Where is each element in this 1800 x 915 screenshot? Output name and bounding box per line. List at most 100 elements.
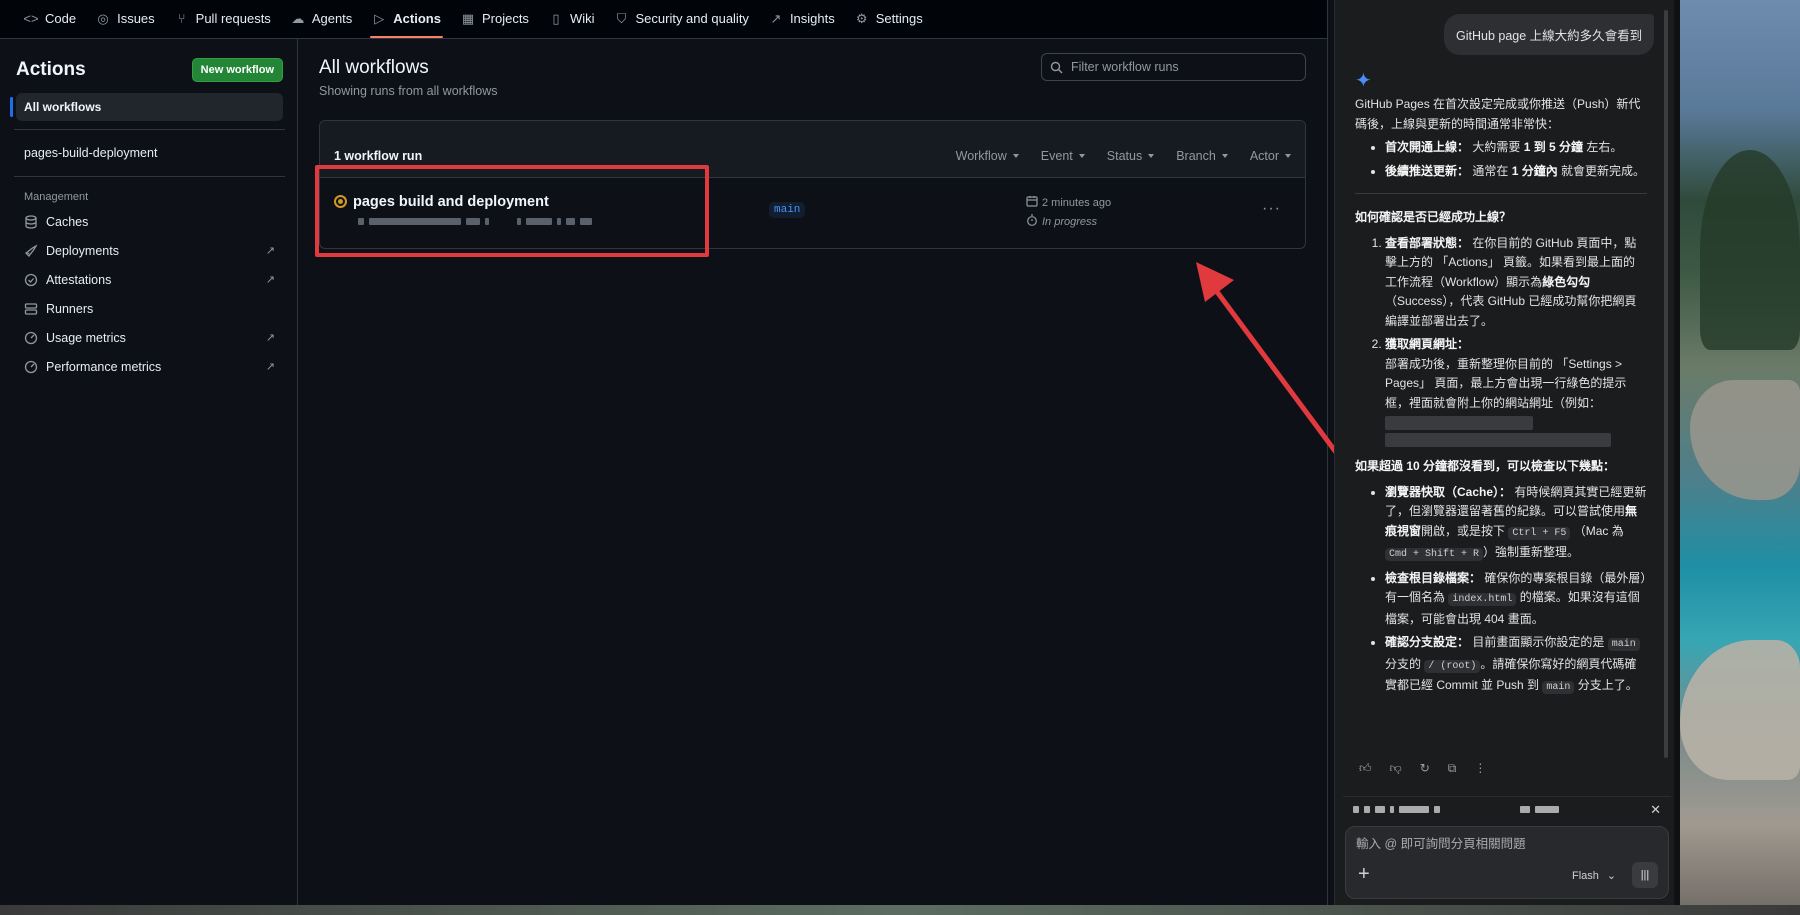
answer-bullets: 首次開通上線： 大約需要 1 到 5 分鐘 左右。 後續推送更新： 通常在 1 … [1355,138,1647,181]
thumbs-down-icon[interactable]: 👎︎ [1390,761,1402,776]
tab-label: Wiki [569,11,595,26]
tab-label: Agents [311,11,353,26]
external-link-icon: ↗ [265,245,275,257]
filter-event-dropdown[interactable]: Event [1041,149,1085,163]
chat-composer: + Flash ⌄ ||| [1345,826,1669,899]
thumbs-up-icon[interactable]: 👍︎ [1359,761,1372,776]
branch-badge[interactable]: main [769,202,806,218]
chevron-down-icon [1148,154,1155,158]
tab-code[interactable]: <> Code [14,0,86,38]
tab-label: Settings [875,11,923,26]
list-item: 獲取網頁網址：部署成功後，重新整理你目前的 「Settings > Pages」… [1385,335,1647,447]
panel-scrollbar[interactable] [1664,10,1668,758]
sidebar-item-label: Runners [46,301,94,316]
tab-security[interactable]: ⛉ Security and quality [604,0,758,38]
model-selector[interactable]: Flash ⌄ [1572,869,1617,883]
filter-workflow-dropdown[interactable]: Workflow [956,149,1019,163]
play-icon: ▷ [374,10,385,26]
sidebar-item-label: Deployments [46,243,119,258]
tab-label: Issues [117,11,155,26]
sidebar-item-runners[interactable]: Runners [16,294,283,323]
voice-input-icon[interactable]: ||| [1632,862,1658,888]
filter-actor-dropdown[interactable]: Actor [1250,149,1291,163]
redacted-url [1385,433,1611,447]
database-icon [24,214,38,229]
sidebar-item-pages-build-deployment[interactable]: pages-build-deployment [16,138,283,168]
annotation-highlight-box [315,165,709,257]
model-label: Flash [1572,869,1599,882]
tab-actions[interactable]: ▷ Actions [362,0,451,38]
tab-label: Insights [789,11,835,26]
more-options-icon[interactable]: ⋮ [1474,761,1486,776]
copy-icon[interactable]: ⧉ [1448,761,1457,776]
trouble-list: 瀏覽器快取（Cache）： 有時候網頁其實已經更新了，但瀏覽器還留著舊的紀錄。可… [1355,483,1647,698]
answer-intro: GitHub Pages 在首次設定完成或你推送（Push）新代碼後，上線與更新… [1355,97,1641,131]
shield-icon: ⛉ [616,10,627,26]
run-status: In progress [1026,214,1097,229]
issue-icon: ◎ [97,10,109,26]
list-item: 查看部署狀態： 在你目前的 GitHub 頁面中，點擊上方的 「Actions」… [1385,234,1647,332]
list-item: 確認分支設定： 目前畫面顯示你設定的是 main 分支的 / (root)。請確… [1385,633,1647,698]
meter-icon [24,360,38,374]
sidebar-item-performance-metrics[interactable]: Performance metrics ↗ [16,352,283,381]
regenerate-icon[interactable]: ↻ [1420,761,1430,776]
context-chip-redacted[interactable]: ✕ [1343,796,1671,822]
sidebar-item-all-workflows[interactable]: All workflows [10,93,283,121]
tab-label: Actions [393,11,441,26]
tab-pull-requests[interactable]: ⑂ Pull requests [165,0,281,38]
external-link-icon: ↗ [265,361,275,373]
filter-branch-dropdown[interactable]: Branch [1176,149,1228,163]
sidebar-item-deployments[interactable]: Deployments ↗ [16,236,283,265]
filter-status-dropdown[interactable]: Status [1106,149,1155,163]
tab-issues[interactable]: ◎ Issues [86,0,165,38]
sidebar-title: Actions [16,59,86,80]
tab-wiki[interactable]: ▯ Wiki [539,0,605,38]
run-time: 2 minutes ago [1026,195,1111,210]
new-workflow-button[interactable]: New workflow [191,58,283,82]
table-icon: ▦ [461,10,475,26]
sidebar-item-caches[interactable]: Caches [16,207,283,236]
chat-input[interactable] [1356,837,1646,851]
sidebar-item-label: Attestations [46,272,112,287]
sidebar-item-usage-metrics[interactable]: Usage metrics ↗ [16,323,283,352]
kebab-menu-icon[interactable]: ··· [1262,200,1281,218]
sidebar-item-label: Caches [46,214,89,229]
filter-label: Workflow [955,149,1007,163]
chevron-down-icon [1221,154,1228,158]
divider [14,129,285,130]
graph-icon: ↗ [770,10,782,26]
filter-workflow-runs[interactable] [1041,53,1306,81]
run-time-text: 2 minutes ago [1042,196,1112,209]
server-icon [24,302,38,316]
list-item: 檢查根目錄檔案： 確保你的專案根目錄（最外層）有一個名為 index.html … [1385,569,1647,630]
calendar-icon [1026,195,1038,210]
sidebar-item-attestations[interactable]: Attestations ↗ [16,265,283,294]
sidebar-item-label: Usage metrics [46,330,126,345]
tab-agents[interactable]: ☁ Agents [281,0,362,38]
runs-count: 1 workflow run [334,149,423,163]
divider [1355,193,1647,194]
filter-input[interactable] [1071,60,1291,74]
filter-label: Status [1106,149,1143,163]
tab-label: Projects [481,11,529,26]
chevron-down-icon [1285,154,1291,158]
tab-settings[interactable]: ⚙ Settings [845,0,933,38]
sidebar-item-label: Performance metrics [46,359,162,374]
stopwatch-icon [1026,214,1038,229]
agents-icon: ☁ [291,10,305,26]
gear-icon: ⚙ [855,10,868,26]
desktop-dock-strip [0,905,1800,915]
gemini-side-panel: GitHub page 上線大約多久會看到 ✦ GitHub Pages 在首次… [1334,0,1680,905]
redacted-url [1385,416,1533,430]
close-icon[interactable]: ✕ [1650,802,1661,818]
check-heading: 如何確認是否已經成功上線？ [1355,210,1512,224]
divider [14,176,285,177]
external-link-icon: ↗ [265,274,275,286]
list-item: 首次開通上線： 大約需要 1 到 5 分鐘 左右。 [1385,138,1647,158]
chevron-down-icon: ⌄ [1606,870,1617,882]
tab-projects[interactable]: ▦ Projects [451,0,539,38]
add-icon[interactable]: + [1358,863,1370,886]
user-message-bubble: GitHub page 上線大約多久會看到 [1444,14,1655,55]
tab-insights[interactable]: ↗ Insights [759,0,845,38]
search-icon [1050,61,1063,74]
